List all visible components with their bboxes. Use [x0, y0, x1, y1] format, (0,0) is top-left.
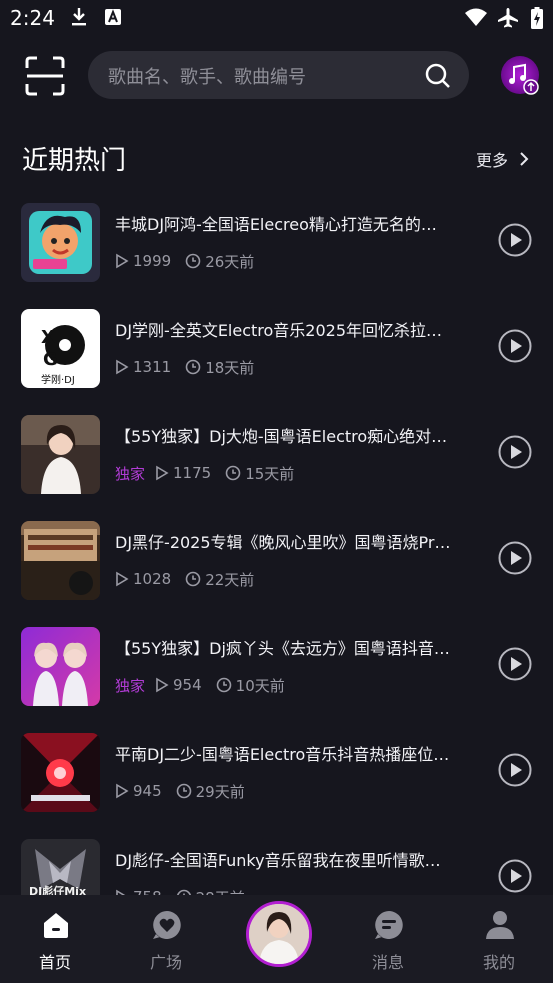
tab-label: 广场	[149, 953, 182, 972]
bottom-tab-bar: 首页 广场 消息 我的	[0, 895, 553, 983]
upload-age: 10天前	[235, 676, 285, 695]
play-circle-icon[interactable]	[498, 541, 532, 575]
airplane-icon	[498, 8, 518, 28]
list-item[interactable]: DJ彪仔Mix DJ彪仔-全国语Funky音乐留我在夜里听情歌… 758 28天…	[0, 836, 553, 895]
track-meta: 758 28天前	[115, 886, 245, 895]
chevron-right-icon[interactable]	[518, 150, 530, 168]
thumbnail-logo-text: 学刚·DJ	[41, 373, 75, 386]
tab-square[interactable]: 广场	[121, 895, 211, 983]
track-thumbnail	[21, 627, 100, 706]
track-title: 【55Y独家】Dj疯丫头《去远方》国粤语抖音…	[115, 639, 450, 658]
chat-bubble-icon	[375, 911, 403, 939]
scan-icon[interactable]	[24, 55, 66, 97]
exclusive-badge: 独家	[115, 676, 146, 695]
clock-icon	[176, 783, 191, 799]
list-item[interactable]: X G 学刚·DJ DJ学刚-全英文Electro音乐2025年回忆杀拉… 13…	[0, 306, 553, 412]
play-circle-icon[interactable]	[498, 223, 532, 257]
track-meta: 1999 26天前	[115, 250, 254, 272]
list-item[interactable]: 平南DJ二少-国粤语Electro音乐抖音热播座位… 945 29天前	[0, 730, 553, 836]
status-time: 2:24	[10, 6, 55, 30]
section-title: 近期热门	[22, 146, 127, 176]
music-upload-icon[interactable]	[500, 55, 542, 97]
play-circle-icon[interactable]	[498, 647, 532, 681]
upload-age: 26天前	[205, 252, 255, 271]
now-playing-avatar[interactable]	[246, 901, 312, 967]
play-count-icon	[156, 465, 169, 481]
list-item[interactable]: 丰城DJ阿鸿-全国语Elecreo精心打造无名的… 1999 26天前	[0, 200, 553, 306]
play-count-icon	[116, 253, 129, 269]
upload-age: 18天前	[205, 358, 255, 377]
track-meta: 945 29天前	[115, 780, 245, 802]
wifi-icon	[465, 8, 487, 26]
clock-icon	[185, 253, 201, 269]
track-title: DJ学刚-全英文Electro音乐2025年回忆杀拉…	[115, 321, 443, 340]
upload-age: 15天前	[245, 464, 295, 483]
play-circle-icon[interactable]	[498, 435, 532, 469]
play-count: 1028	[133, 570, 172, 588]
upload-age: 22天前	[205, 570, 255, 589]
tab-label: 我的	[482, 953, 515, 972]
play-count-icon	[116, 783, 129, 799]
play-count-icon	[116, 571, 129, 587]
battery-charging-icon	[531, 7, 543, 29]
play-count: 1999	[133, 252, 172, 270]
clock-icon	[225, 465, 241, 481]
tab-label: 消息	[371, 953, 404, 972]
track-list: 丰城DJ阿鸿-全国语Elecreo精心打造无名的… 1999 26天前 X G …	[0, 200, 553, 895]
play-count: 1175	[173, 464, 212, 482]
track-thumbnail: X G 学刚·DJ	[21, 309, 100, 388]
clock-icon	[185, 359, 201, 375]
play-count: 758	[133, 888, 162, 895]
clock-icon	[185, 571, 201, 587]
play-circle-icon[interactable]	[498, 859, 532, 893]
track-meta: 独家 1175 15天前	[115, 462, 294, 484]
list-item[interactable]: DJ黑仔-2025专辑《晚风心里吹》国粤语烧Pr… 1028 22天前	[0, 518, 553, 624]
play-circle-icon[interactable]	[498, 329, 532, 363]
play-circle-icon[interactable]	[498, 753, 532, 787]
play-count: 1311	[133, 358, 172, 376]
tab-label: 首页	[38, 953, 71, 972]
track-thumbnail	[21, 733, 100, 812]
track-meta: 独家 954 10天前	[115, 674, 285, 696]
exclusive-badge: 独家	[115, 464, 146, 483]
track-thumbnail	[21, 415, 100, 494]
more-link[interactable]: 更多	[476, 147, 508, 171]
play-count: 954	[173, 676, 202, 694]
tab-messages[interactable]: 消息	[343, 895, 433, 983]
play-count: 945	[133, 782, 162, 800]
track-thumbnail	[21, 203, 100, 282]
track-thumbnail	[21, 521, 100, 600]
svg-text:G: G	[43, 349, 58, 370]
list-item[interactable]: 【55Y独家】Dj大炮-国粤语Electro痴心绝对… 独家 1175 15天前	[0, 412, 553, 518]
search-input[interactable]: 歌曲名、歌手、歌曲编号	[88, 51, 469, 99]
track-meta: 1028 22天前	[115, 568, 254, 590]
search-icon[interactable]	[425, 63, 451, 89]
thumbnail-mix-text: DJ彪仔Mix	[29, 884, 86, 895]
track-title: DJ彪仔-全国语Funky音乐留我在夜里听情歌…	[115, 851, 441, 870]
svg-text:X: X	[41, 327, 55, 348]
search-placeholder: 歌曲名、歌手、歌曲编号	[108, 67, 306, 88]
heart-bubble-icon	[153, 911, 181, 939]
top-bar: 歌曲名、歌手、歌曲编号	[0, 48, 553, 104]
track-thumbnail: DJ彪仔Mix	[21, 839, 100, 895]
track-title: 【55Y独家】Dj大炮-国粤语Electro痴心绝对…	[115, 427, 448, 446]
download-icon	[72, 8, 86, 26]
font-a-icon	[105, 9, 121, 25]
upload-age: 28天前	[196, 887, 245, 896]
home-icon	[44, 913, 68, 938]
track-title: 丰城DJ阿鸿-全国语Elecreo精心打造无名的…	[115, 215, 437, 234]
upload-age: 29天前	[195, 782, 245, 801]
play-count-icon	[116, 359, 129, 375]
track-meta: 1311 18天前	[115, 356, 254, 378]
list-item[interactable]: 【55Y独家】Dj疯丫头《去远方》国粤语抖音… 独家 954 10天前	[0, 624, 553, 730]
track-title: 平南DJ二少-国粤语Electro音乐抖音热播座位…	[115, 745, 450, 764]
status-bar: 2:24	[0, 0, 553, 38]
track-title: DJ黑仔-2025专辑《晚风心里吹》国粤语烧Pr…	[115, 533, 451, 552]
person-icon	[486, 911, 514, 939]
clock-icon	[216, 677, 231, 693]
tab-home[interactable]: 首页	[10, 895, 100, 983]
play-count-icon	[156, 677, 169, 693]
tab-profile[interactable]: 我的	[454, 895, 544, 983]
